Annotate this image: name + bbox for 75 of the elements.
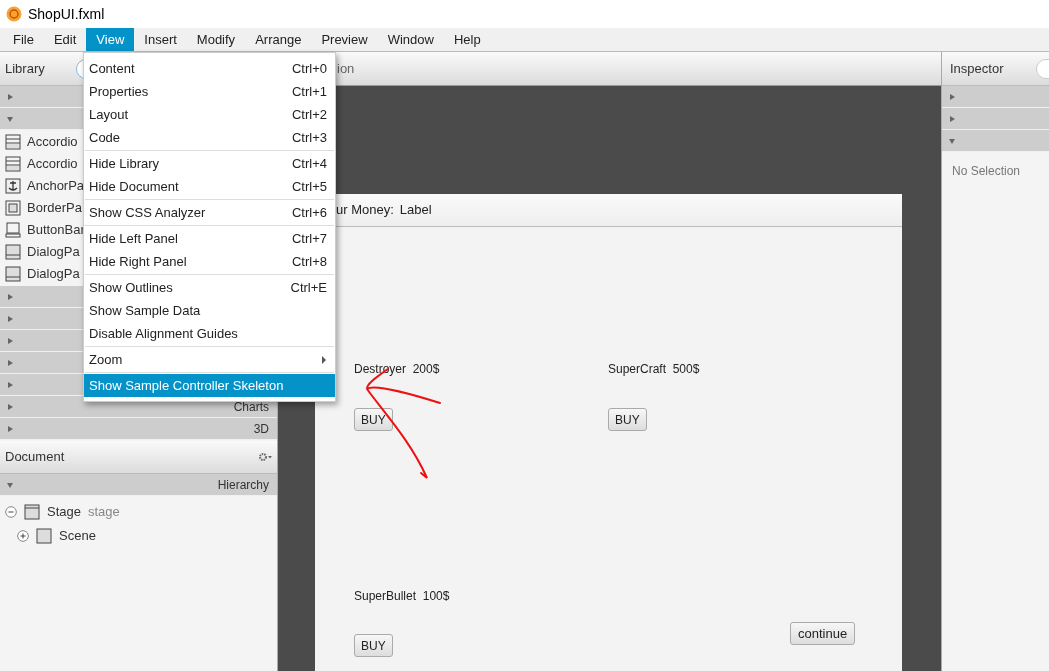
panel-title: Library (5, 59, 45, 78)
expand-toggle-icon[interactable] (17, 530, 29, 542)
expand-arrow-icon[interactable] (6, 314, 14, 323)
window-icon (24, 504, 40, 520)
buttonbar-pane-icon (5, 222, 21, 238)
tree-item[interactable]: Stage (47, 502, 81, 522)
dialog-pane-icon (5, 266, 21, 282)
toolbar-label: ion (337, 59, 355, 78)
menu-item[interactable]: Show Sample Data (84, 299, 335, 322)
collapse-arrow-icon[interactable] (948, 136, 956, 145)
expand-arrow-icon[interactable] (6, 336, 14, 345)
window-title: ShopUI.fxml (28, 4, 105, 24)
expand-arrow-icon[interactable] (6, 358, 14, 367)
menu-bar-item[interactable]: Insert (134, 28, 187, 51)
library-item[interactable]: BorderPa (27, 198, 82, 218)
money-label: ur Money: (336, 201, 394, 220)
product-label: Destroyer 200$ (354, 361, 440, 378)
menu-item[interactable]: Properties Ctrl+1 (84, 80, 335, 103)
menu-item[interactable]: Hide Document Ctrl+5 (84, 175, 335, 198)
menu-item[interactable]: Hide Right Panel Ctrl+8 (84, 250, 335, 273)
library-item[interactable]: ButtonBar (27, 220, 85, 240)
empty-message: No Selection (952, 164, 1021, 178)
library-item[interactable]: Accordio (27, 132, 78, 152)
section-header[interactable]: 3D (0, 418, 277, 440)
gear-menu-icon[interactable] (258, 452, 272, 462)
menu-item[interactable]: Show CSS Analyzer Ctrl+6 (84, 201, 335, 224)
section-header[interactable]: Hierarchy (0, 474, 277, 496)
library-item[interactable]: DialogPa (27, 264, 80, 284)
menu-item[interactable]: Hide Library Ctrl+4 (84, 152, 335, 175)
menu-item[interactable]: Disable Alignment Guides (84, 322, 335, 345)
menu-item[interactable]: Show Outlines Ctrl+E (84, 276, 335, 299)
menu-item[interactable]: Zoom (84, 348, 335, 371)
buy-button[interactable]: BUY (608, 408, 647, 431)
tree-item-id: stage (88, 503, 120, 522)
expand-arrow-icon[interactable] (6, 402, 14, 411)
menu-bar-item[interactable]: Window (377, 28, 444, 51)
library-item[interactable]: Accordio (27, 154, 78, 174)
collapse-toggle-icon[interactable] (5, 506, 17, 518)
menu-bar-item[interactable]: File (3, 28, 44, 51)
tree-item[interactable]: Scene (59, 526, 96, 546)
money-value: Label (399, 201, 432, 220)
product-label: SuperCraft 500$ (608, 361, 700, 378)
square-icon (36, 528, 52, 544)
expand-arrow-icon[interactable] (6, 424, 14, 433)
buy-button[interactable]: BUY (354, 408, 393, 431)
accordion-pane-icon (5, 156, 21, 172)
menu-item[interactable]: Layout Ctrl+2 (84, 103, 335, 126)
expand-arrow-icon[interactable] (6, 380, 14, 389)
border-pane-icon (5, 200, 21, 216)
menu-bar-item[interactable]: Help (443, 28, 491, 51)
submenu-arrow-icon (321, 355, 327, 364)
menu-item[interactable]: Hide Left Panel Ctrl+7 (84, 227, 335, 250)
collapse-arrow-icon[interactable] (6, 480, 14, 489)
panel-title: Inspector (950, 59, 1004, 78)
app-logo-icon (6, 6, 22, 22)
expand-arrow-icon[interactable] (948, 92, 956, 101)
menu-item[interactable]: Content Ctrl+0 (84, 57, 335, 80)
library-item[interactable]: AnchorPa (27, 176, 85, 196)
expand-arrow-icon[interactable] (948, 114, 956, 123)
product-label: SuperBullet 100$ (354, 588, 450, 605)
menu-bar-item[interactable]: Modify (186, 28, 246, 51)
library-item[interactable]: DialogPa (27, 242, 80, 262)
collapse-arrow-icon[interactable] (6, 114, 14, 123)
menu-item[interactable]: Code Ctrl+3 (84, 126, 335, 149)
dialog-pane-icon (5, 244, 21, 260)
menu-bar-item[interactable]: Arrange (245, 28, 312, 51)
panel-title: Document (5, 448, 65, 467)
continue-button[interactable]: continue (790, 622, 856, 645)
menu-bar-item[interactable]: Edit (43, 28, 87, 51)
menu-bar-item[interactable]: Preview (311, 28, 378, 51)
expand-arrow-icon[interactable] (6, 292, 14, 301)
buy-button[interactable]: BUY (354, 634, 393, 657)
anchor-pane-icon (5, 178, 21, 194)
accordion-pane-icon (5, 134, 21, 150)
expand-arrow-icon[interactable] (6, 92, 14, 101)
